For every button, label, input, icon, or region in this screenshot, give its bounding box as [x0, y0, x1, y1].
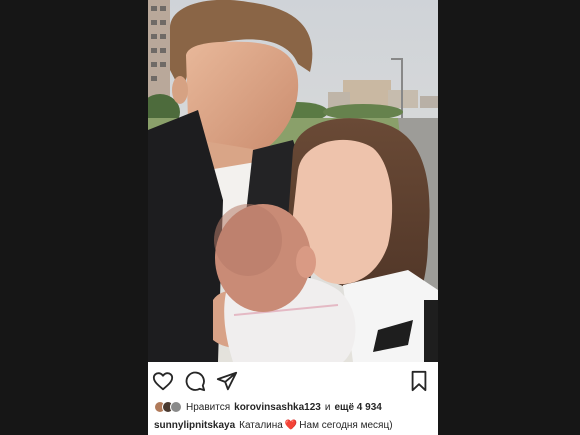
heart-outline-icon[interactable] — [152, 370, 174, 392]
likes-connector: и — [324, 401, 331, 413]
post-photo[interactable] — [148, 0, 438, 362]
caption-text-after: Нам сегодня месяц) — [299, 419, 393, 431]
likes-user-link[interactable]: korovinsashka123 — [234, 402, 321, 413]
likes-row: Нравится korovinsashka123 и ещё 4 934 — [154, 398, 434, 416]
caption-username-link[interactable]: sunnylipnitskaya — [154, 420, 235, 431]
liker-avatars[interactable] — [154, 401, 182, 413]
avatar — [170, 401, 182, 413]
post-actions-bar — [148, 362, 438, 398]
paper-plane-icon[interactable] — [216, 370, 238, 392]
likes-others-link[interactable]: ещё 4 934 — [334, 402, 381, 413]
caption-text-before: Каталина — [239, 419, 283, 431]
red-heart-emoji-icon: ❤️ — [284, 419, 298, 431]
post-caption: sunnylipnitskaya Каталина ❤️ Нам сегодня… — [154, 417, 436, 433]
instagram-post: Нравится korovinsashka123 и ещё 4 934 su… — [148, 0, 438, 435]
bookmark-icon[interactable] — [408, 370, 430, 392]
comment-bubble-icon[interactable] — [184, 370, 206, 392]
likes-prefix: Нравится — [186, 401, 231, 413]
